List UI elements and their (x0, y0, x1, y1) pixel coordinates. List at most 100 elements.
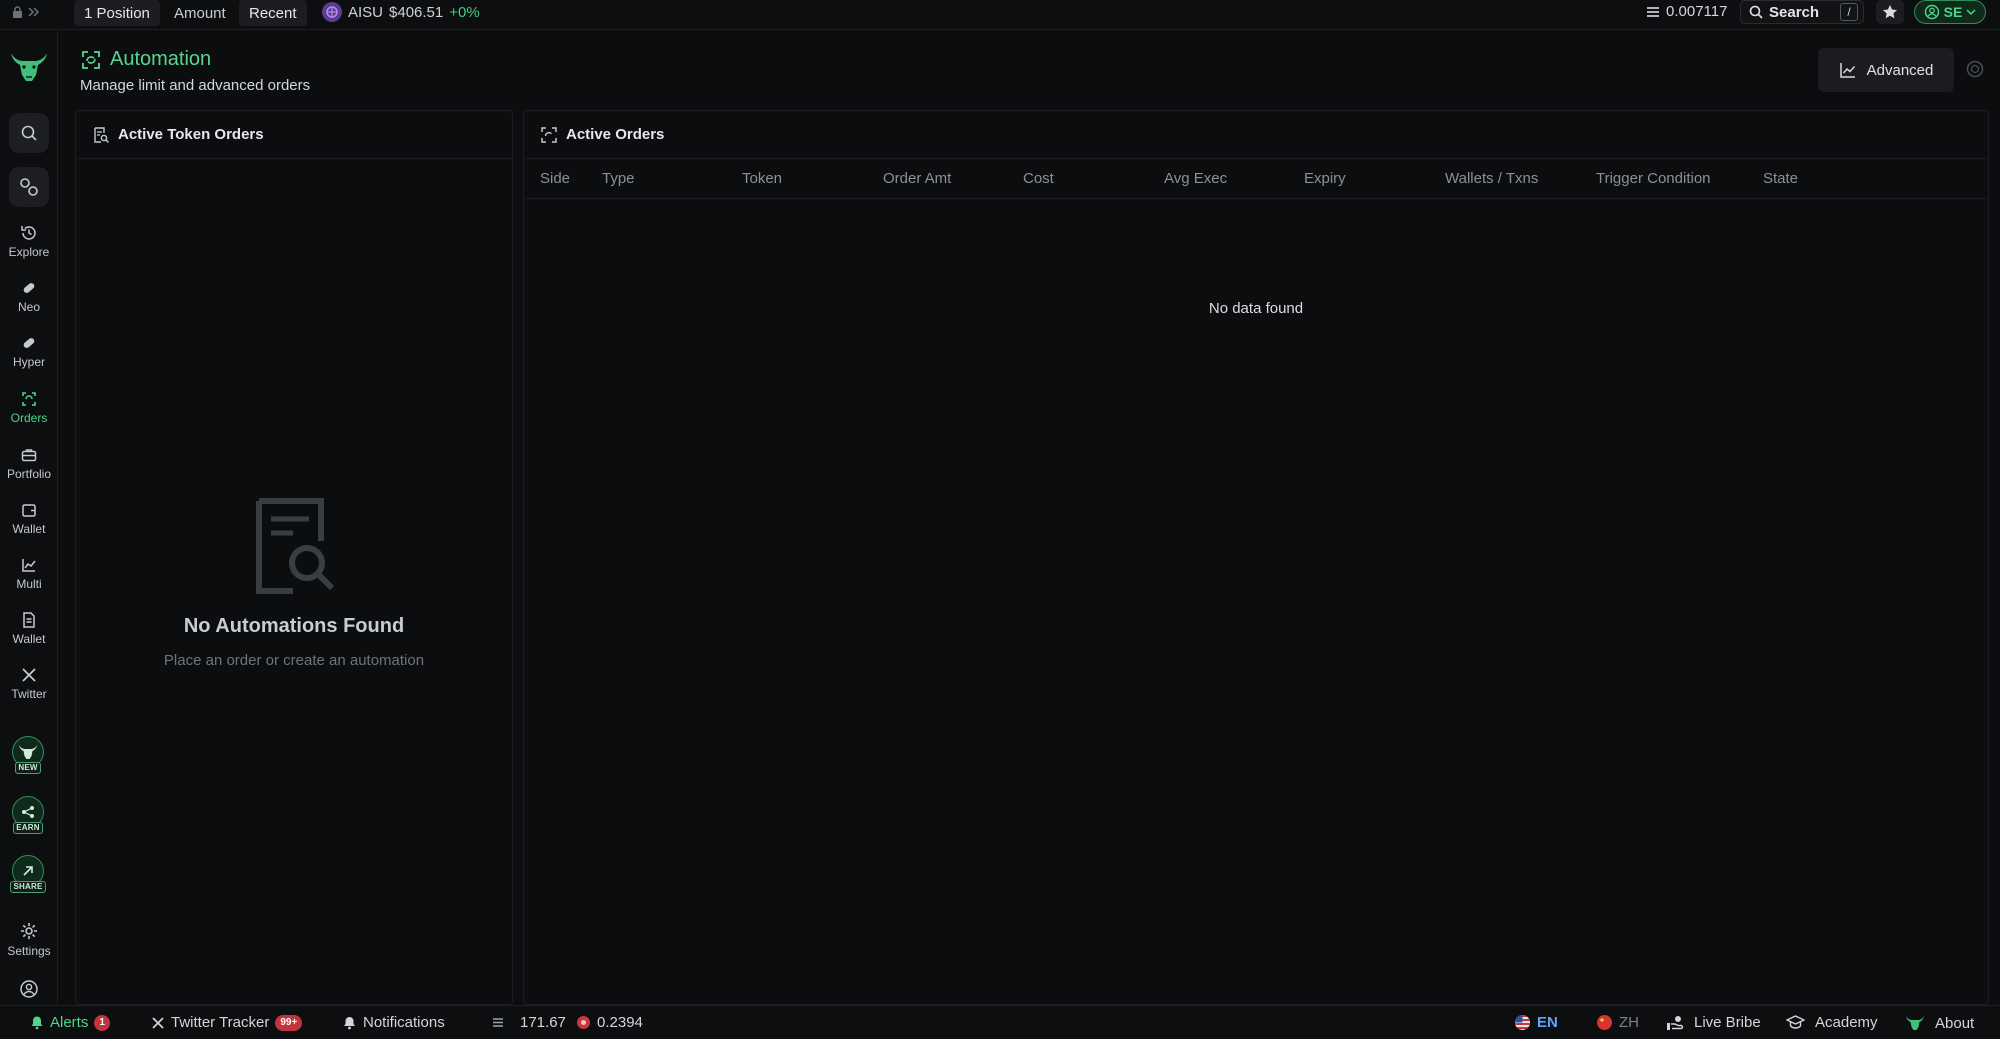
sidebar-item-hyper[interactable]: Hyper (0, 334, 58, 369)
table-header: Side Type Token Order Amt Cost Avg Exec … (524, 159, 1988, 199)
automation-icon (82, 50, 100, 69)
live-bribe-button[interactable]: Live Bribe (1666, 1014, 1761, 1031)
star-icon (1883, 5, 1897, 19)
arrow-up-right-icon (23, 866, 33, 876)
bell-icon (31, 1016, 43, 1030)
chart-icon (22, 559, 36, 572)
sidebar-item-multi[interactable]: Multi (0, 556, 58, 591)
sidebar-link-button[interactable] (9, 167, 49, 207)
sidebar-item-label: Twitter (11, 687, 47, 701)
balance-display[interactable]: 0.007117 (1646, 3, 1727, 20)
column-header[interactable]: Expiry (1304, 170, 1346, 187)
automation-icon (22, 392, 36, 406)
sidebar-item-twitter[interactable]: Twitter (0, 666, 58, 701)
sol-stat: 171.67 (492, 1014, 566, 1031)
about-button[interactable]: About (1905, 1014, 1974, 1032)
notifications-button[interactable]: Notifications (342, 1014, 445, 1031)
token-red-icon (577, 1016, 590, 1029)
sidebar-item-wallet-tracker[interactable]: Wallet (0, 611, 58, 646)
column-header[interactable]: Wallets / Txns (1445, 170, 1538, 187)
us-flag-icon (1515, 1015, 1530, 1030)
watchlist-button[interactable] (1876, 0, 1904, 24)
live-bribe-label: Live Bribe (1694, 1014, 1761, 1031)
badge-label: NEW (15, 762, 41, 774)
solana-icon (493, 1018, 503, 1027)
sidebar-item-neo[interactable]: Neo (0, 279, 58, 314)
settings-circle-icon[interactable] (1966, 60, 1984, 78)
solana-icon (1647, 6, 1659, 17)
column-header[interactable]: Side (540, 170, 570, 187)
column-header[interactable]: Cost (1023, 170, 1054, 187)
search-button[interactable]: Search / (1740, 0, 1864, 24)
x-icon (22, 668, 36, 682)
pill-icon (23, 283, 35, 293)
language-zh-label: ZH (1619, 1014, 1639, 1031)
hand-coin-icon (1667, 1015, 1684, 1030)
language-en-label: EN (1537, 1014, 1558, 1031)
ticker-change: +0% (449, 3, 480, 21)
twitter-tracker-label: Twitter Tracker (171, 1014, 270, 1031)
sidebar-item-label: Portfolio (6, 467, 52, 481)
tab-amount[interactable]: Amount (164, 0, 236, 26)
sol-stat-value: 171.67 (520, 1014, 566, 1031)
gear-icon (21, 923, 37, 939)
empty-state: No Automations Found Place an order or c… (76, 497, 512, 669)
badge-label: EARN (13, 822, 43, 834)
bell-ringing-icon (344, 1017, 355, 1030)
alerts-button[interactable]: Alerts 1 (30, 1014, 110, 1031)
sidebar-profile-button[interactable] (0, 979, 58, 999)
notifications-label: Notifications (363, 1014, 445, 1031)
no-data-message: No data found (1208, 300, 1304, 317)
sidebar-item-label: Hyper (12, 355, 45, 369)
empty-title: No Automations Found (183, 615, 405, 637)
sidebar-item-label: Neo (17, 300, 40, 314)
top-bar: 1 Position Amount Recent AISU $406.51 +0… (0, 0, 2000, 30)
panel-title: Active Token Orders (118, 126, 264, 143)
sidebar-search-button[interactable] (9, 113, 49, 153)
sidebar-badge-new[interactable]: NEW (10, 736, 46, 778)
ticker-aisu[interactable]: AISU $406.51 +0% (322, 2, 480, 22)
token-logo-icon (322, 2, 342, 22)
column-header[interactable]: Avg Exec (1164, 170, 1227, 187)
twitter-count-badge: 99+ (275, 1014, 303, 1031)
lock-toggle[interactable] (12, 6, 41, 18)
token-stat: 0.2394 (576, 1014, 643, 1031)
sidebar-item-explore[interactable]: Explore (0, 224, 58, 259)
pill-icon (23, 338, 35, 348)
about-label: About (1935, 1014, 1975, 1032)
twitter-tracker-button[interactable]: Twitter Tracker 99+ (151, 1014, 303, 1031)
search-icon (1749, 5, 1763, 19)
column-header[interactable]: Trigger Condition (1596, 170, 1711, 187)
column-header[interactable]: Type (602, 170, 635, 187)
academy-label: Academy (1815, 1014, 1878, 1031)
advanced-button[interactable]: Advanced (1818, 48, 1954, 92)
ticker-symbol: AISU (348, 3, 384, 21)
sidebar-item-portfolio[interactable]: Portfolio (0, 446, 58, 481)
empty-subtitle: Place an order or create an automation (163, 652, 425, 669)
panel-header: Active Token Orders (76, 111, 512, 159)
sidebar-item-settings[interactable]: Settings (0, 921, 58, 958)
column-header[interactable]: Token (742, 170, 782, 187)
balance-value: 0.007117 (1666, 3, 1728, 20)
sidebar-item-label: Orders (10, 411, 48, 425)
user-menu[interactable]: SE (1914, 0, 1986, 24)
bull-logo-icon[interactable] (9, 49, 49, 85)
sidebar-item-wallet[interactable]: Wallet (0, 501, 58, 536)
tab-recent[interactable]: Recent (239, 0, 307, 26)
sidebar-badge-earn[interactable]: EARN (10, 796, 46, 838)
tab-positions[interactable]: 1 Position (74, 0, 160, 26)
history-icon (21, 226, 36, 240)
sidebar-item-orders[interactable]: Orders (0, 390, 58, 425)
user-initials: SE (1943, 4, 1963, 20)
panel-title: Active Orders (566, 126, 665, 143)
column-header[interactable]: State (1763, 170, 1798, 187)
academy-button[interactable]: Academy (1786, 1014, 1878, 1031)
language-zh-button[interactable]: ZH (1596, 1014, 1639, 1031)
bull-logo-icon (1906, 1016, 1924, 1030)
column-header[interactable]: Order Amt (883, 170, 951, 187)
language-en-button[interactable]: EN (1514, 1014, 1558, 1031)
briefcase-icon (21, 449, 37, 462)
badge-label: SHARE (10, 881, 46, 893)
sidebar-badge-share[interactable]: SHARE (10, 855, 46, 897)
active-orders-panel: Active Orders Side Type Token Order Amt … (523, 110, 1989, 1005)
